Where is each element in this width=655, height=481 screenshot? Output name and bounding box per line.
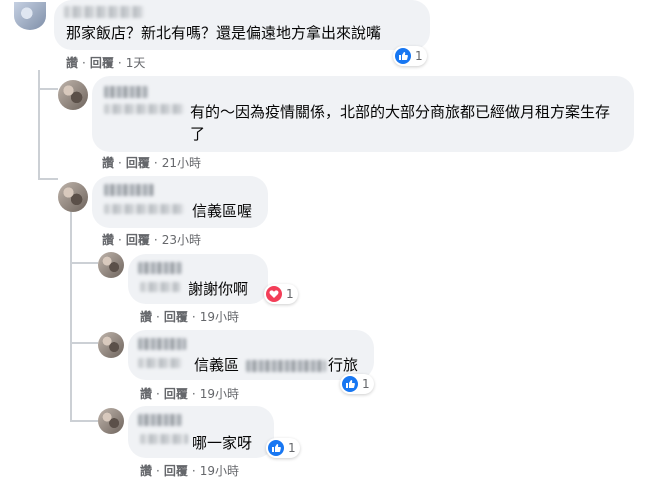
love-icon <box>266 286 282 302</box>
comment-time[interactable]: 23小時 <box>162 232 201 248</box>
reaction-count[interactable]: 1 <box>340 374 374 394</box>
reply-action[interactable]: 回覆 <box>164 463 188 479</box>
blurred-username <box>104 104 184 114</box>
blurred-username <box>104 86 148 98</box>
comment-text-part: 行旅 <box>328 356 359 374</box>
reaction-count[interactable]: 1 <box>266 438 300 458</box>
avatar[interactable] <box>58 80 88 110</box>
reply-action[interactable]: 回覆 <box>90 55 114 71</box>
reply-action[interactable]: 回覆 <box>126 155 150 171</box>
blurred-username <box>140 282 180 292</box>
comment-text: 信義區喔 <box>192 202 253 220</box>
blurred-username <box>138 414 182 426</box>
like-action[interactable]: 讚 <box>140 309 152 325</box>
thread-line <box>70 262 98 264</box>
reaction-count[interactable]: 1 <box>264 284 298 304</box>
comment-bubble: 那家飯店？新北有嗎？還是偏遠地方拿出來說嘴 <box>54 0 430 50</box>
thread-line <box>70 420 98 422</box>
comment-time[interactable]: 1天 <box>126 55 146 71</box>
like-action[interactable]: 讚 <box>140 386 152 402</box>
reaction-count-label: 1 <box>288 441 296 455</box>
comment-text: 那家飯店？新北有嗎？還是偏遠地方拿出來說嘴 <box>66 24 382 42</box>
reaction-count-label: 1 <box>362 377 370 391</box>
comment-bubble: 謝謝你啊 <box>128 254 268 304</box>
comment-meta: 讚 · 回覆 · 19小時 <box>140 463 239 479</box>
thread-line <box>38 88 58 90</box>
like-action[interactable]: 讚 <box>102 155 114 171</box>
comment-bubble: 信義區喔 <box>92 176 268 228</box>
reaction-count[interactable]: 1 <box>393 46 427 66</box>
comment-text: 有的～因為疫情關係，北部的大部分商旅都已經做月租方案生存了 <box>190 103 611 143</box>
blurred-username <box>138 338 186 350</box>
comment-time[interactable]: 19小時 <box>200 309 239 325</box>
avatar[interactable] <box>98 332 124 358</box>
like-action[interactable]: 讚 <box>66 55 78 71</box>
comment-text: 謝謝你啊 <box>188 280 249 298</box>
like-action[interactable]: 讚 <box>102 232 114 248</box>
blurred-username <box>138 262 182 274</box>
avatar[interactable] <box>98 408 124 434</box>
blurred-username <box>104 184 154 196</box>
comment-time[interactable]: 21小時 <box>162 155 201 171</box>
comment-meta: 讚 · 回覆 · 19小時 <box>140 386 239 402</box>
thread-line <box>38 70 40 180</box>
comment-meta: 讚 · 回覆 · 1天 <box>66 55 146 71</box>
like-icon <box>268 440 284 456</box>
blurred-username <box>64 6 144 18</box>
blurred-name <box>246 360 326 372</box>
comment-text: 哪一家呀 <box>192 434 253 452</box>
comment-time[interactable]: 19小時 <box>200 386 239 402</box>
like-icon <box>395 48 411 64</box>
reaction-count-label: 1 <box>415 49 423 63</box>
reaction-count-label: 1 <box>286 287 294 301</box>
comment-bubble: 有的～因為疫情關係，北部的大部分商旅都已經做月租方案生存了 <box>92 76 634 152</box>
reply-action[interactable]: 回覆 <box>164 386 188 402</box>
like-icon <box>342 376 358 392</box>
comment-meta: 讚 · 回覆 · 19小時 <box>140 309 239 325</box>
avatar[interactable] <box>14 2 46 30</box>
reply-action[interactable]: 回覆 <box>126 232 150 248</box>
avatar[interactable] <box>98 252 124 278</box>
thread-line <box>70 210 72 422</box>
comment-time[interactable]: 19小時 <box>200 463 239 479</box>
comment-meta: 讚 · 回覆 · 23小時 <box>102 232 201 248</box>
thread-line <box>38 178 58 180</box>
like-action[interactable]: 讚 <box>140 463 152 479</box>
blurred-username <box>140 434 188 444</box>
comment-text-part: 信義區 <box>194 356 240 374</box>
reply-action[interactable]: 回覆 <box>164 309 188 325</box>
avatar[interactable] <box>58 182 88 212</box>
blurred-username <box>104 204 184 214</box>
comment-bubble: 哪一家呀 <box>128 406 274 458</box>
comment-meta: 讚 · 回覆 · 21小時 <box>102 155 201 171</box>
thread-line <box>70 342 98 344</box>
comment-bubble: 信義區 行旅 <box>128 330 374 380</box>
blurred-username <box>138 358 182 368</box>
